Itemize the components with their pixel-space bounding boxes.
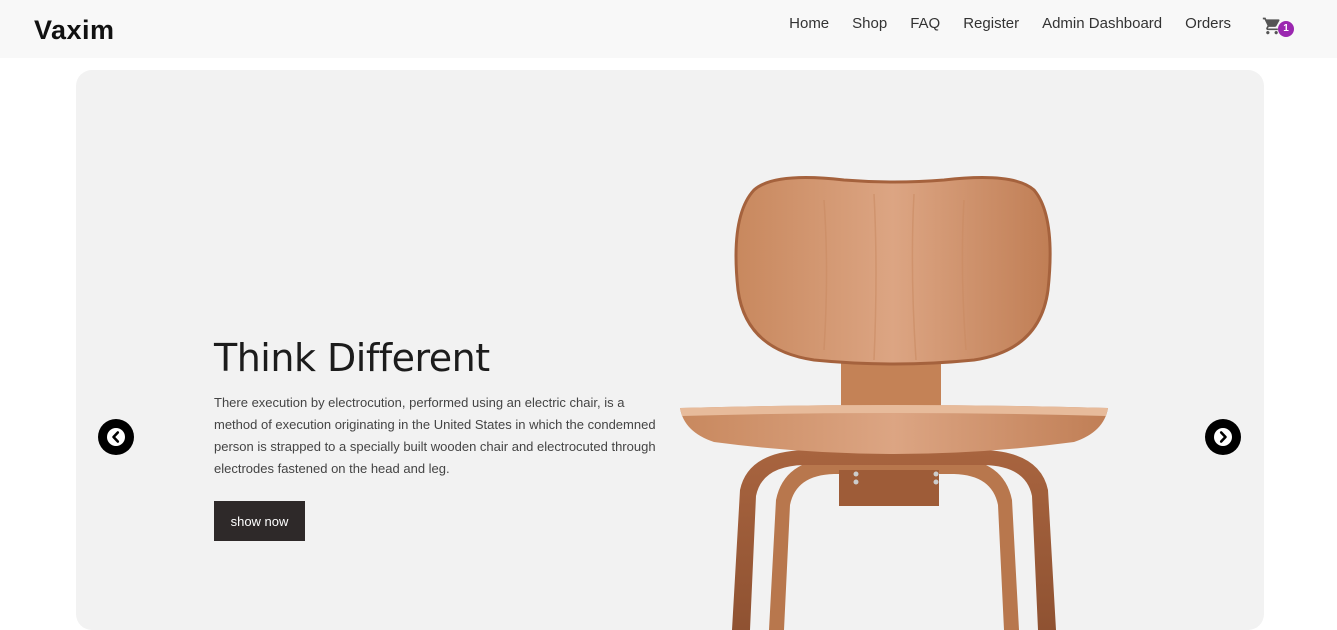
wooden-chair-image (680, 176, 1108, 630)
show-now-button[interactable]: show now (214, 501, 305, 541)
hero-title: Think Different (214, 336, 490, 380)
chevron-right-circle-icon (1214, 428, 1232, 446)
carousel-next-button[interactable] (1205, 419, 1241, 455)
navbar: Vaxim Home Shop FAQ Register Admin Dashb… (0, 0, 1337, 58)
brand-logo[interactable]: Vaxim (34, 15, 115, 46)
cart-count-badge: 1 (1278, 21, 1294, 37)
nav-shop[interactable]: Shop (852, 15, 887, 32)
nav-admin-dashboard[interactable]: Admin Dashboard (1042, 15, 1162, 32)
nav-register[interactable]: Register (963, 15, 1019, 32)
hero-carousel: Think Different There execution by elect… (76, 70, 1264, 630)
nav-links: Home Shop FAQ Register Admin Dashboard O… (789, 15, 1231, 32)
nav-home[interactable]: Home (789, 15, 829, 32)
nav-orders[interactable]: Orders (1185, 15, 1231, 32)
chevron-left-circle-icon (107, 428, 125, 446)
cart-button[interactable]: 1 (1261, 15, 1297, 39)
hero-description: There execution by electrocution, perfor… (214, 395, 656, 476)
nav-faq[interactable]: FAQ (910, 15, 940, 32)
carousel-prev-button[interactable] (98, 419, 134, 455)
